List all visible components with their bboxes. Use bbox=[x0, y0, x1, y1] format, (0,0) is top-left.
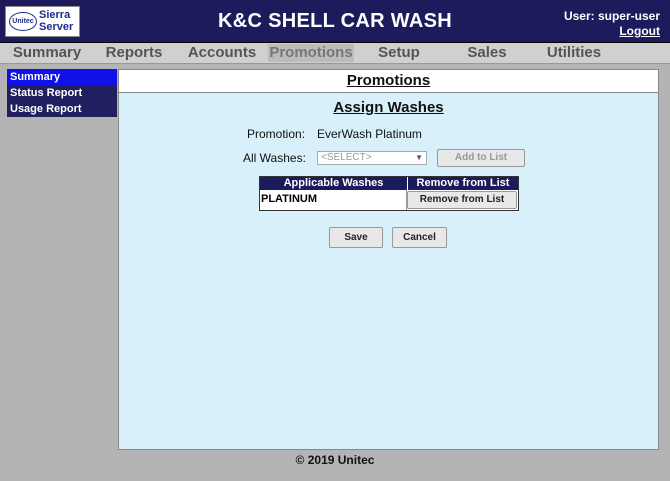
add-to-list-button[interactable]: Add to List bbox=[437, 149, 525, 167]
main-content: Promotions Assign Washes Promotion: Ever… bbox=[118, 69, 659, 450]
column-header-applicable-washes: Applicable Washes bbox=[260, 177, 408, 190]
user-label: User: super-user bbox=[563, 9, 660, 23]
applicable-washes-table: Applicable Washes Remove from List PLATI… bbox=[259, 176, 519, 211]
cancel-button[interactable]: Cancel bbox=[392, 227, 447, 248]
tab-accounts[interactable]: Accounts bbox=[178, 44, 266, 62]
tab-setup[interactable]: Setup bbox=[356, 44, 442, 62]
main-tabbar: Summary Reports Accounts Promotions Setu… bbox=[0, 43, 670, 64]
promotion-value: EverWash Platinum bbox=[317, 127, 422, 141]
tab-sales[interactable]: Sales bbox=[444, 44, 530, 62]
remove-from-list-button[interactable]: Remove from List bbox=[407, 191, 517, 209]
sidebar-item-summary[interactable]: Summary bbox=[7, 69, 117, 85]
user-box: User: super-user Logout bbox=[564, 9, 660, 39]
app-header: Unitec Sierra Server K&C SHELL CAR WASH … bbox=[0, 0, 670, 43]
tab-summary[interactable]: Summary bbox=[0, 44, 94, 62]
sidebar: Summary Status Report Usage Report bbox=[7, 69, 117, 117]
wash-select-value: <SELECT> bbox=[321, 152, 372, 163]
sidebar-item-status-report[interactable]: Status Report bbox=[7, 85, 117, 101]
promotion-label: Promotion: bbox=[247, 127, 306, 141]
chevron-down-icon: ▼ bbox=[415, 153, 423, 162]
sidebar-item-usage-report[interactable]: Usage Report bbox=[7, 101, 117, 117]
table-row: PLATINUM Remove from List bbox=[260, 190, 518, 210]
logout-link[interactable]: Logout bbox=[619, 24, 660, 39]
remove-cell: Remove from List bbox=[407, 190, 518, 210]
tab-utilities[interactable]: Utilities bbox=[532, 44, 616, 62]
column-header-remove: Remove from List bbox=[416, 177, 510, 189]
table-header-row: Applicable Washes Remove from List bbox=[260, 177, 518, 190]
tab-reports[interactable]: Reports bbox=[94, 44, 174, 62]
tab-promotions[interactable]: Promotions bbox=[268, 44, 354, 62]
save-button[interactable]: Save bbox=[329, 227, 383, 248]
wash-name-cell: PLATINUM bbox=[260, 190, 407, 210]
wash-select[interactable]: <SELECT> ▼ bbox=[317, 151, 427, 165]
section-title: Assign Washes bbox=[333, 99, 444, 116]
footer-copyright: © 2019 Unitec bbox=[295, 453, 375, 467]
all-washes-label: All Washes: bbox=[243, 151, 306, 165]
page-title: Promotions bbox=[119, 70, 658, 93]
